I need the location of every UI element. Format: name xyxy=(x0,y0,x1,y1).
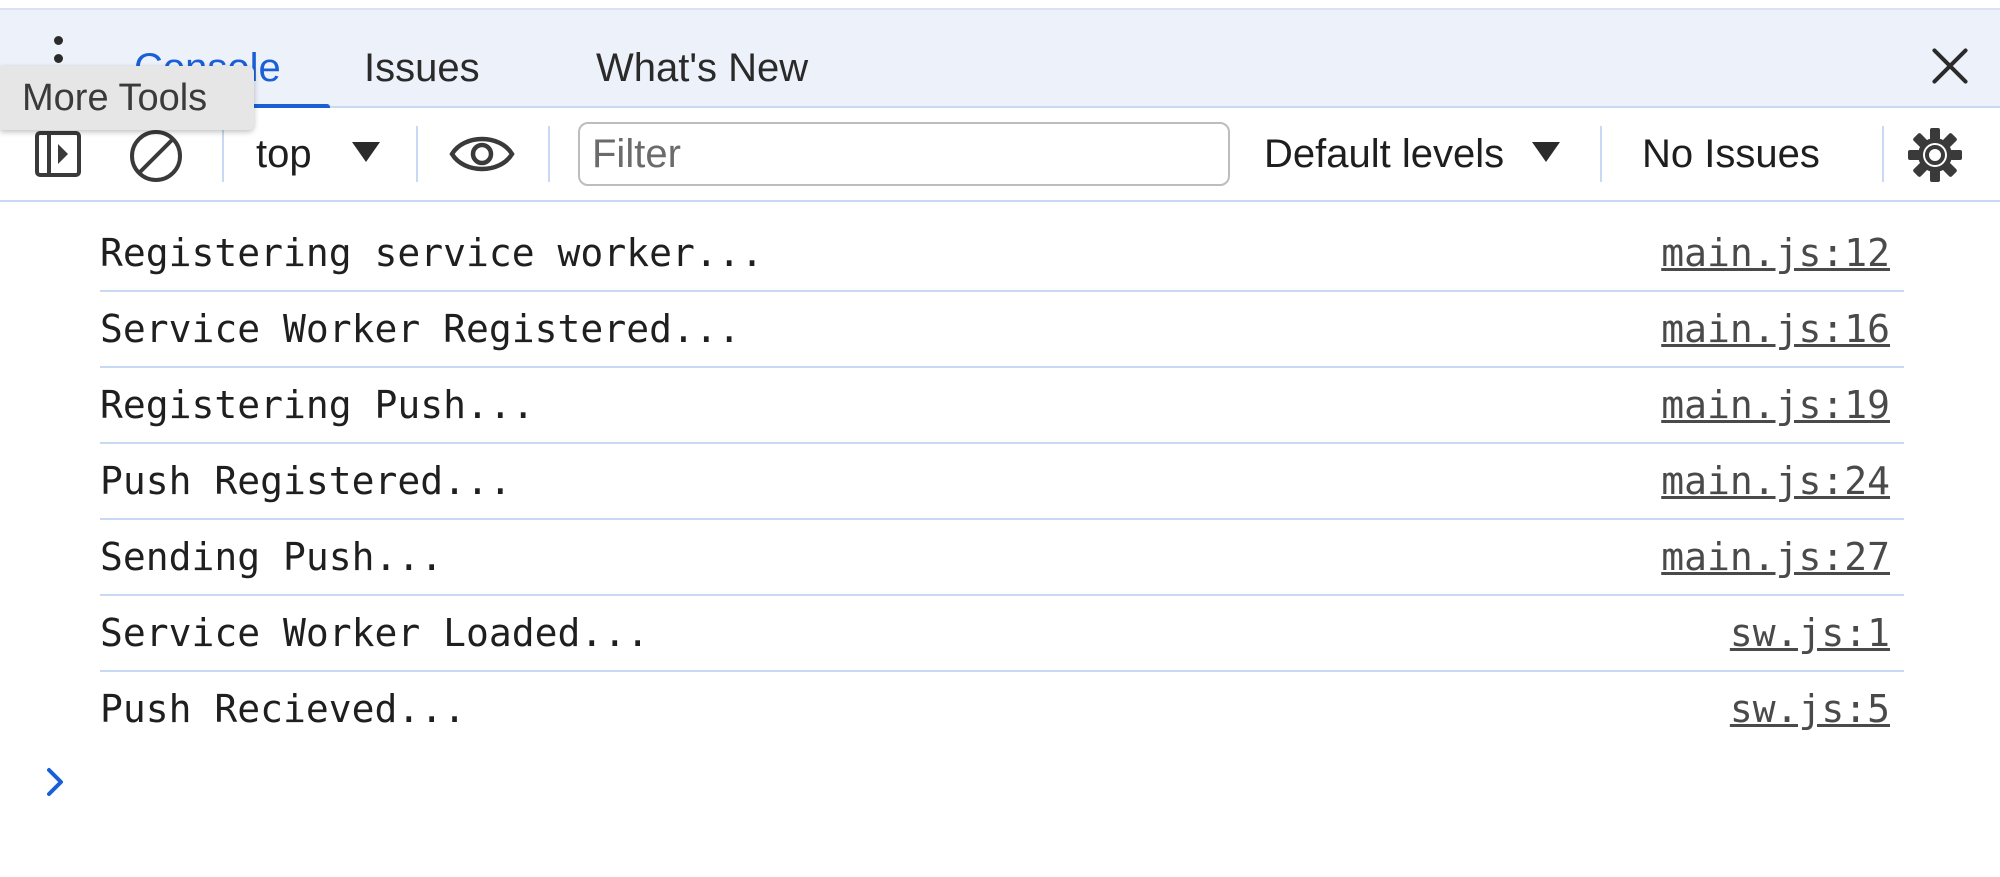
console-toolbar: top Default levels No Issues xyxy=(0,108,2000,202)
close-icon[interactable] xyxy=(1924,40,1976,92)
gear-icon[interactable] xyxy=(1906,126,1964,184)
toolbar-divider xyxy=(416,126,418,182)
log-message: Push Registered... xyxy=(100,459,512,503)
window-top-edge xyxy=(0,0,2000,10)
context-selector[interactable]: top xyxy=(256,122,312,186)
log-source-link[interactable]: main.js:12 xyxy=(1661,216,1890,290)
console-log-row: Registering Push... main.js:19 xyxy=(100,368,1904,444)
log-message: Registering service worker... xyxy=(100,231,764,275)
console-log-row: Registering service worker... main.js:12 xyxy=(100,216,1904,292)
issues-counter[interactable]: No Issues xyxy=(1642,122,1820,186)
filter-input[interactable] xyxy=(578,122,1230,186)
console-log-row: Service Worker Registered... main.js:16 xyxy=(100,292,1904,368)
console-log-row: Push Registered... main.js:24 xyxy=(100,444,1904,520)
toolbar-divider xyxy=(222,126,224,182)
log-source-link[interactable]: sw.js:5 xyxy=(1730,672,1890,746)
eye-icon[interactable] xyxy=(448,128,516,180)
tab-issues[interactable]: Issues xyxy=(364,30,480,106)
clear-console-icon[interactable] xyxy=(128,128,184,184)
toolbar-divider xyxy=(1600,126,1602,182)
log-source-link[interactable]: main.js:19 xyxy=(1661,368,1890,442)
console-log-row: Sending Push... main.js:27 xyxy=(100,520,1904,596)
log-levels-dropdown[interactable]: Default levels xyxy=(1264,122,1504,186)
log-message: Registering Push... xyxy=(100,383,535,427)
toolbar-divider xyxy=(548,126,550,182)
log-source-link[interactable]: main.js:27 xyxy=(1661,520,1890,594)
prompt-chevron-icon[interactable] xyxy=(44,762,68,802)
log-message: Push Recieved... xyxy=(100,687,467,731)
sidebar-toggle-icon[interactable] xyxy=(34,130,82,178)
dropdown-caret-icon[interactable] xyxy=(352,142,380,162)
dropdown-caret-icon[interactable] xyxy=(1532,142,1560,162)
log-source-link[interactable]: main.js:16 xyxy=(1661,292,1890,366)
console-log-row: Service Worker Loaded... sw.js:1 xyxy=(100,596,1904,672)
log-message: Service Worker Registered... xyxy=(100,307,741,351)
console-log-row: Push Recieved... sw.js:5 xyxy=(100,672,1904,746)
log-source-link[interactable]: main.js:24 xyxy=(1661,444,1890,518)
devtools-tabbar: Console Issues What's New xyxy=(0,10,2000,110)
log-message: Sending Push... xyxy=(100,535,444,579)
tab-whats-new[interactable]: What's New xyxy=(596,30,808,106)
more-tools-tooltip: More Tools xyxy=(0,66,254,130)
log-source-link[interactable]: sw.js:1 xyxy=(1730,596,1890,670)
toolbar-divider xyxy=(1882,126,1884,182)
log-message: Service Worker Loaded... xyxy=(100,611,650,655)
